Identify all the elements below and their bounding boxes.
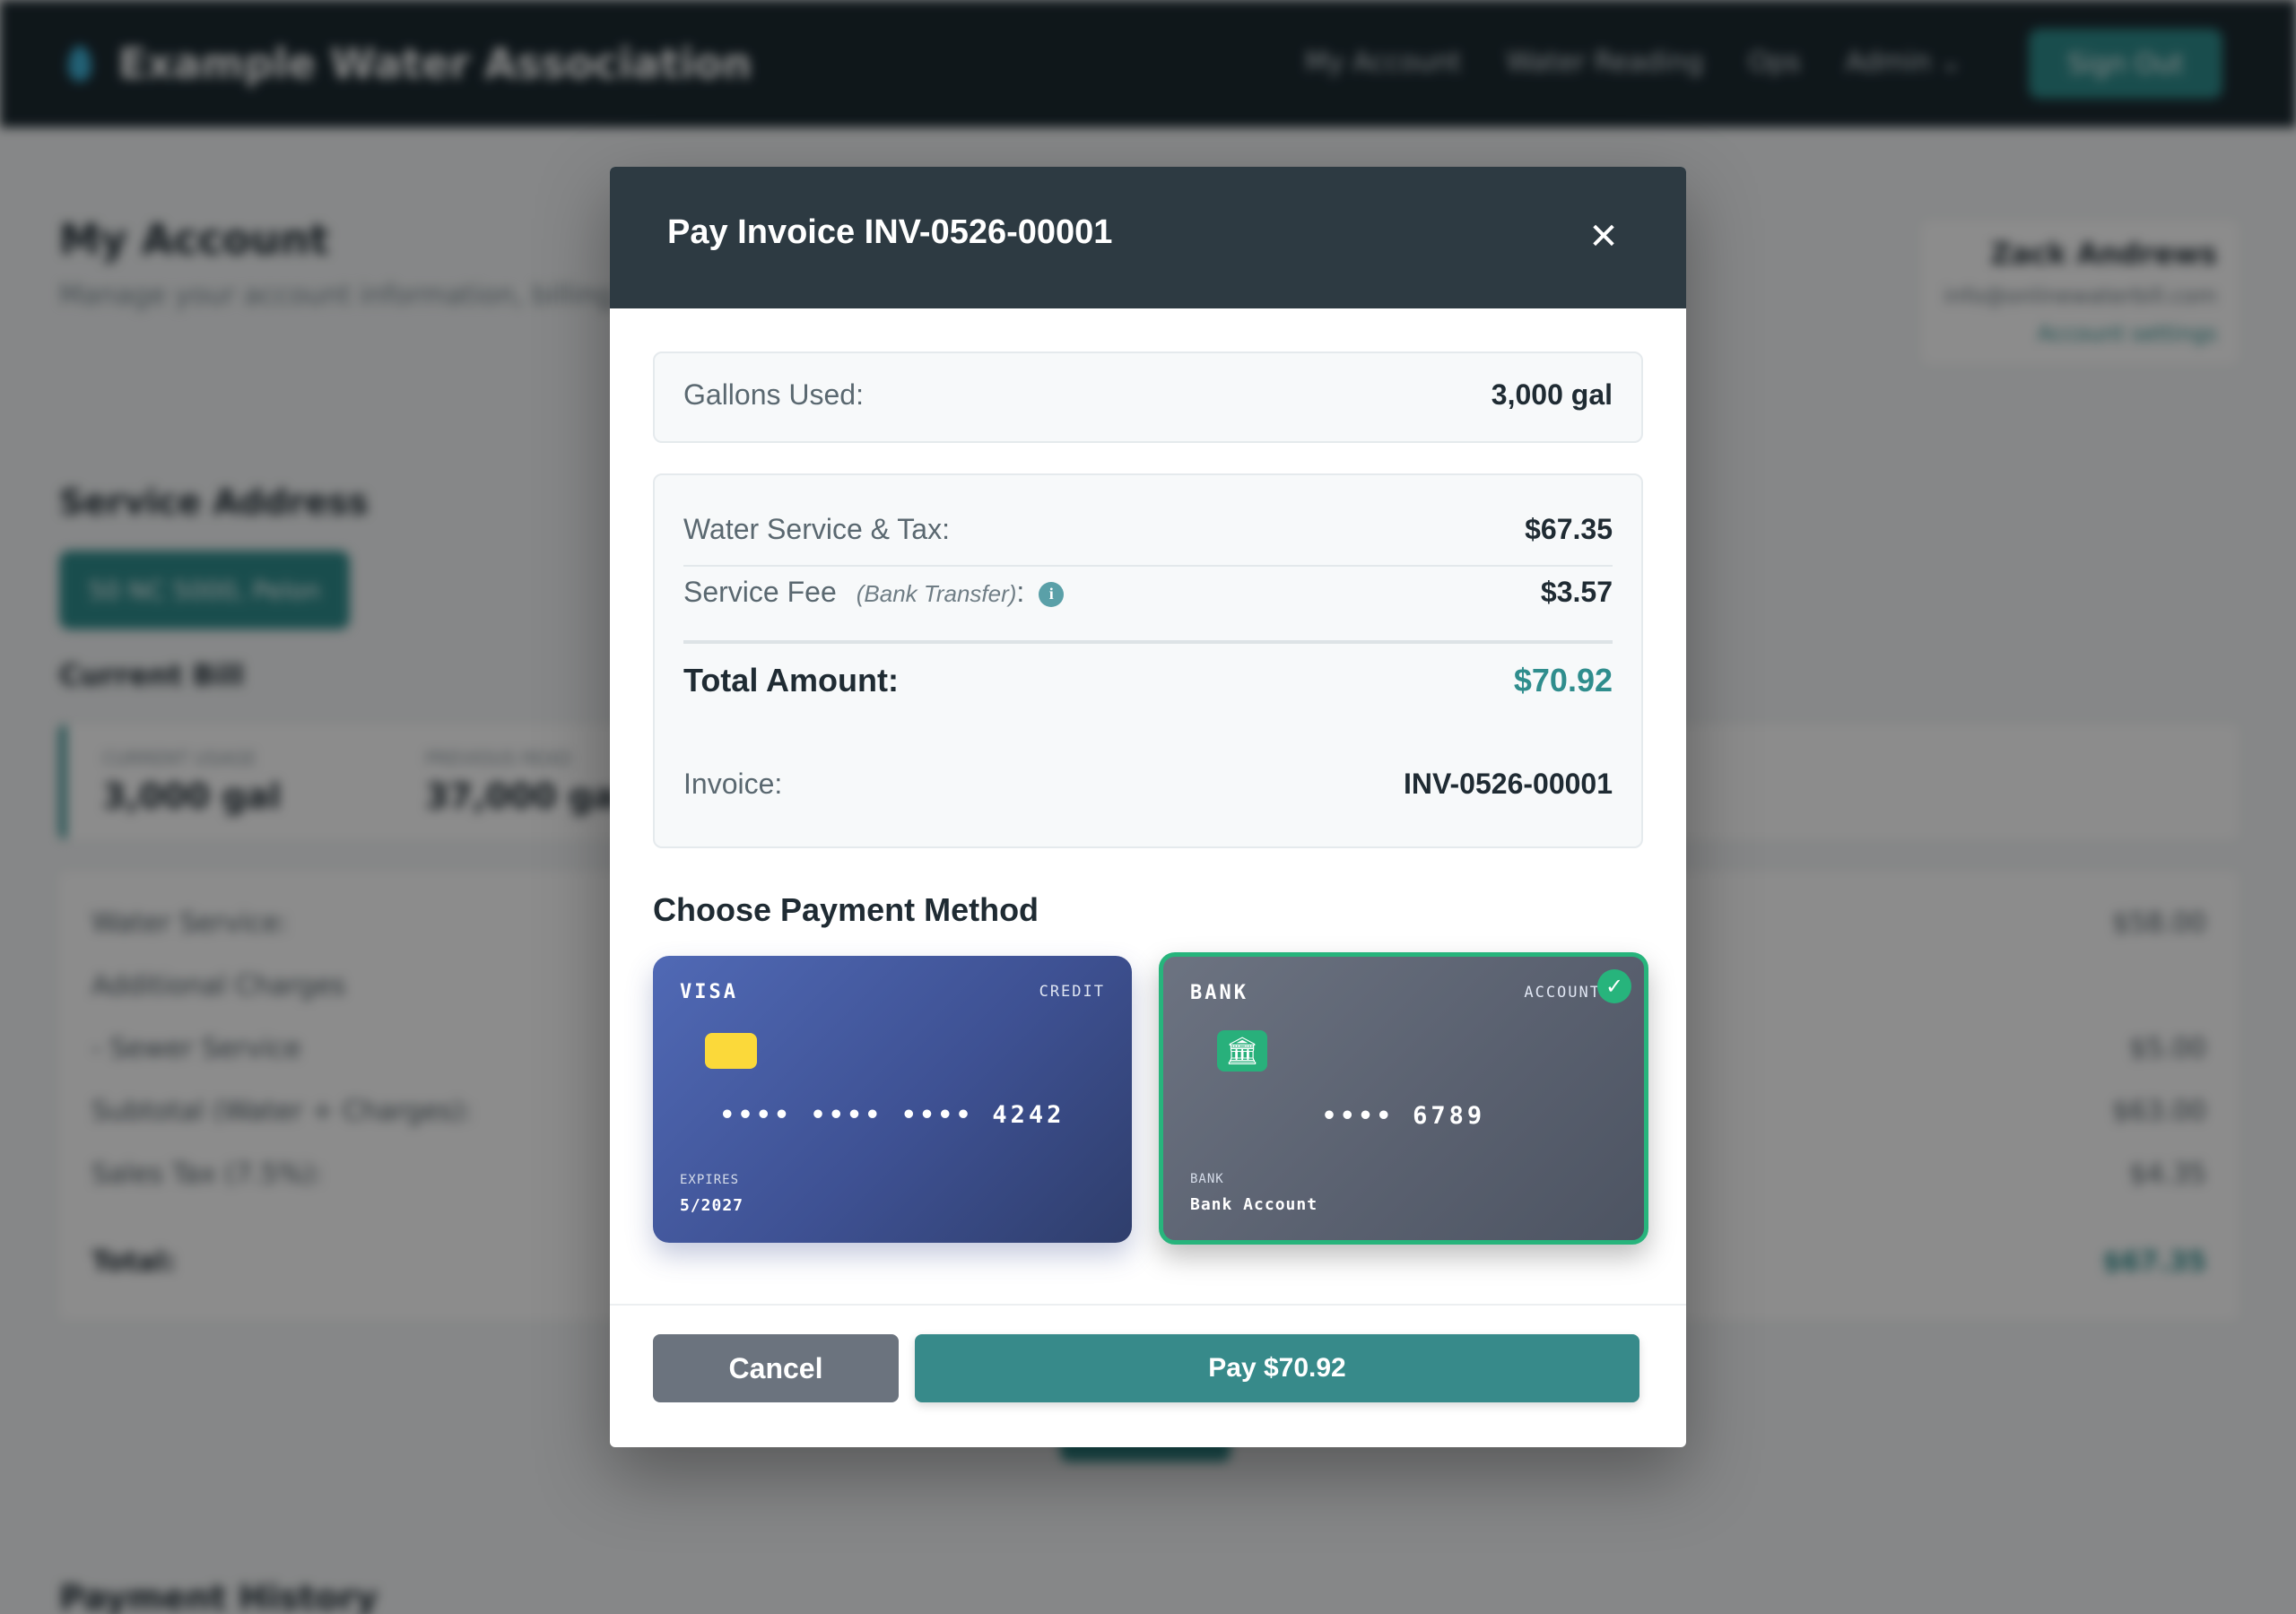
gallons-row: Gallons Used: 3,000 gal — [683, 378, 1613, 412]
gallons-value: 3,000 gal — [1491, 378, 1613, 411]
service-fee-value: $3.57 — [1540, 576, 1613, 608]
footer-divider — [610, 1304, 1686, 1306]
total-row: Total Amount: $70.92 — [683, 662, 1613, 699]
divider — [683, 565, 1613, 567]
check-icon: ✓ — [1597, 969, 1631, 1003]
invoice-value: INV-0526-00001 — [1403, 768, 1613, 800]
total-label: Total Amount: — [683, 662, 899, 699]
bank-label: BANK — [1190, 1172, 1224, 1186]
card-expires-value: 5/2027 — [680, 1196, 744, 1215]
card-number: •••• •••• •••• 4242 — [719, 1101, 1065, 1129]
service-fee-row: Service Fee (Bank Transfer): i $3.57 — [683, 576, 1613, 609]
pay-button[interactable]: Pay $70.92 — [915, 1334, 1639, 1402]
info-icon[interactable]: i — [1039, 581, 1065, 607]
card-type: CREDIT — [1039, 983, 1105, 1001]
invoice-row: Invoice: INV-0526-00001 — [683, 768, 1613, 801]
card-brand: VISA — [680, 981, 738, 1003]
card-expires-label: EXPIRES — [680, 1173, 740, 1187]
modal-header: Pay Invoice INV-0526-00001 ✕ — [610, 167, 1686, 308]
payment-summary-panel: Water Service & Tax: $67.35 Service Fee (… — [653, 473, 1643, 848]
service-fee-label: Service Fee — [683, 576, 837, 608]
modal-title: Pay Invoice INV-0526-00001 — [667, 213, 1113, 251]
bank-name: Bank Account — [1190, 1195, 1318, 1214]
invoice-label: Invoice: — [683, 768, 783, 800]
service-fee-note: (Bank Transfer) — [856, 580, 1017, 607]
gallons-panel: Gallons Used: 3,000 gal — [653, 351, 1643, 443]
card-type: ACCOUNT — [1524, 984, 1601, 1002]
gallons-label: Gallons Used: — [683, 378, 864, 411]
bank-account-option[interactable]: BANK ACCOUNT ✓ 🏛 •••• 6789 BANK Bank Acc… — [1159, 952, 1648, 1245]
choose-payment-heading: Choose Payment Method — [653, 891, 1039, 928]
service-fee-label-group: Service Fee (Bank Transfer): i — [683, 576, 1065, 609]
total-value: $70.92 — [1513, 662, 1613, 699]
water-service-value: $67.35 — [1525, 513, 1613, 545]
close-icon[interactable]: ✕ — [1580, 213, 1627, 260]
water-service-label: Water Service & Tax: — [683, 513, 950, 545]
card-number: •••• 6789 — [1321, 1102, 1486, 1130]
service-fee-colon: : — [1016, 576, 1025, 608]
pay-invoice-modal: Pay Invoice INV-0526-00001 ✕ Gallons Use… — [610, 167, 1686, 1447]
visa-card-option[interactable]: VISA CREDIT •••• •••• •••• 4242 EXPIRES … — [653, 956, 1132, 1243]
card-chip-icon — [705, 1033, 757, 1069]
divider — [683, 640, 1613, 644]
card-brand: BANK — [1190, 982, 1248, 1004]
bank-icon: 🏛 — [1217, 1030, 1267, 1072]
cancel-button[interactable]: Cancel — [653, 1334, 899, 1402]
water-service-row: Water Service & Tax: $67.35 — [683, 513, 1613, 546]
